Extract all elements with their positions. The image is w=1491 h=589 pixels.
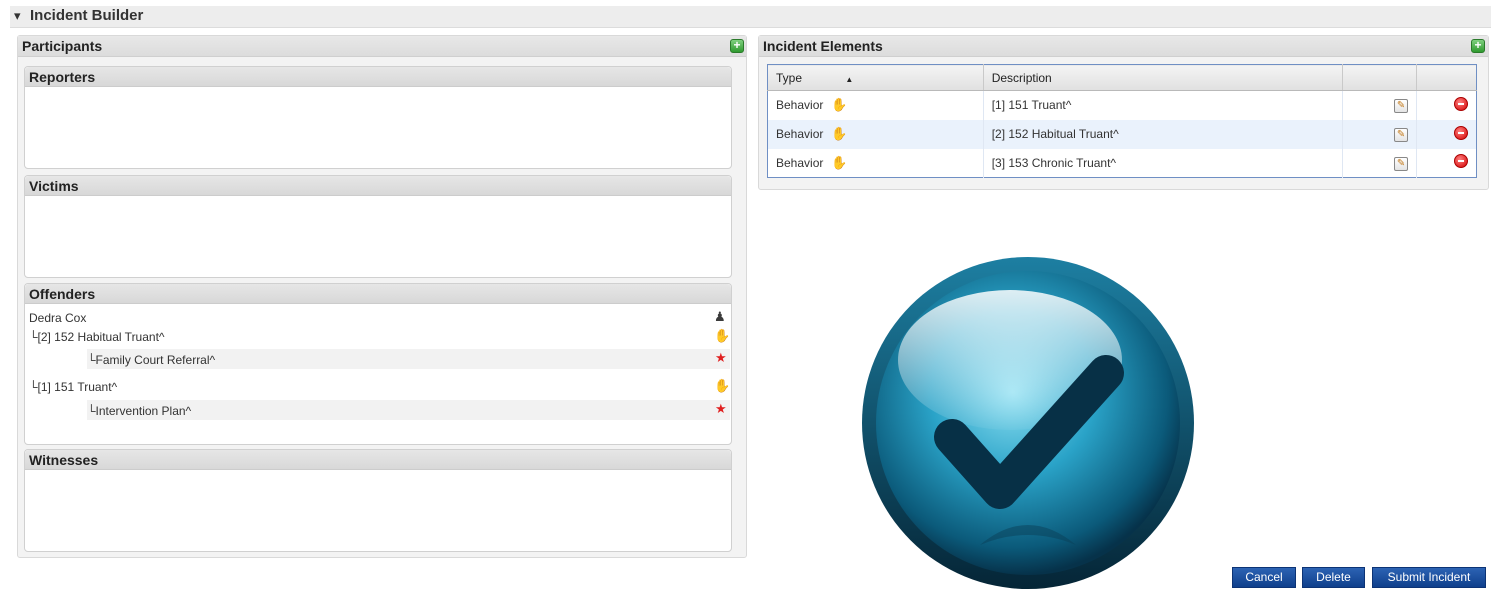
offenders-title: Offenders <box>29 286 96 302</box>
witnesses-title: Witnesses <box>29 452 99 468</box>
column-header-description[interactable]: Description <box>983 64 1344 91</box>
offender-name[interactable]: Dedra Cox <box>29 311 86 325</box>
offenders-section: Offenders Dedra Cox ♟ └[2] 152 Habitual … <box>24 283 732 445</box>
description-cell: [2] 152 Habitual Truant^ <box>983 119 1344 149</box>
add-participant-button[interactable]: + <box>730 39 744 53</box>
participants-panel: Participants + Reporters Victims Offende… <box>17 35 747 558</box>
delete-icon[interactable] <box>1454 154 1468 169</box>
table-row[interactable]: Behavior ✋ [2] 152 Habitual Truant^ ✎ <box>767 119 1477 149</box>
victims-title: Victims <box>29 178 79 194</box>
victims-section: Victims <box>24 175 732 278</box>
incident-elements-table: Type ▲ Description Behavior ✋ [1] 151 Tru… <box>767 64 1477 178</box>
offender-item[interactable]: └[2] 152 Habitual Truant^ <box>29 330 165 344</box>
participants-header: Participants + <box>18 36 746 57</box>
incident-elements-header: Incident Elements + <box>759 36 1488 57</box>
table-row[interactable]: Behavior ✋ [3] 153 Chronic Truant^ ✎ <box>767 148 1477 178</box>
column-header-type[interactable]: Type ▲ <box>767 64 984 91</box>
hand-icon[interactable]: ✋ <box>714 378 730 394</box>
add-element-button[interactable]: + <box>1471 39 1485 53</box>
table-row[interactable]: Behavior ✋ [1] 151 Truant^ ✎ <box>767 90 1477 120</box>
offender-item[interactable]: └[1] 151 Truant^ <box>29 380 117 394</box>
delete-button[interactable]: Delete <box>1302 567 1365 588</box>
incident-elements-panel: Incident Elements + Type ▲ Description B… <box>758 35 1489 190</box>
edit-icon[interactable]: ✎ <box>1394 128 1409 142</box>
hand-icon: ✋ <box>831 154 848 170</box>
sort-ascending-icon[interactable]: ▲ <box>845 75 853 84</box>
reporters-title: Reporters <box>29 69 96 85</box>
offender-item[interactable]: └Family Court Referral^ <box>87 353 215 367</box>
offender-person-icon[interactable]: ♟ <box>714 309 726 325</box>
star-icon[interactable]: ★ <box>715 401 727 417</box>
type-cell: Behavior <box>776 127 824 141</box>
column-header-edit <box>1342 64 1418 91</box>
submit-incident-button[interactable]: Submit Incident <box>1372 567 1486 588</box>
description-cell: [3] 153 Chronic Truant^ <box>983 148 1344 178</box>
edit-icon[interactable]: ✎ <box>1394 156 1409 171</box>
incident-builder-header[interactable]: ▾ Incident Builder <box>10 6 1491 28</box>
column-header-delete <box>1416 64 1477 91</box>
page-title: Incident Builder <box>30 7 144 24</box>
delete-icon[interactable] <box>1454 125 1468 140</box>
collapse-toggle-icon[interactable]: ▾ <box>14 8 21 24</box>
type-cell: Behavior <box>776 155 824 170</box>
description-cell: [1] 151 Truant^ <box>983 90 1344 120</box>
type-cell: Behavior <box>776 98 824 113</box>
star-icon[interactable]: ★ <box>715 350 727 366</box>
participants-title: Participants <box>22 38 103 54</box>
hand-icon: ✋ <box>831 97 848 113</box>
cancel-button[interactable]: Cancel <box>1232 567 1296 588</box>
checkmark-badge-icon <box>862 257 1194 589</box>
hand-icon: ✋ <box>831 126 848 141</box>
reporters-section: Reporters <box>24 66 732 169</box>
offender-item[interactable]: └Intervention Plan^ <box>87 404 191 418</box>
witnesses-section: Witnesses <box>24 449 732 552</box>
delete-icon[interactable] <box>1454 96 1468 111</box>
incident-elements-title: Incident Elements <box>763 38 883 54</box>
edit-icon[interactable]: ✎ <box>1394 99 1409 114</box>
hand-icon[interactable]: ✋ <box>714 328 730 344</box>
